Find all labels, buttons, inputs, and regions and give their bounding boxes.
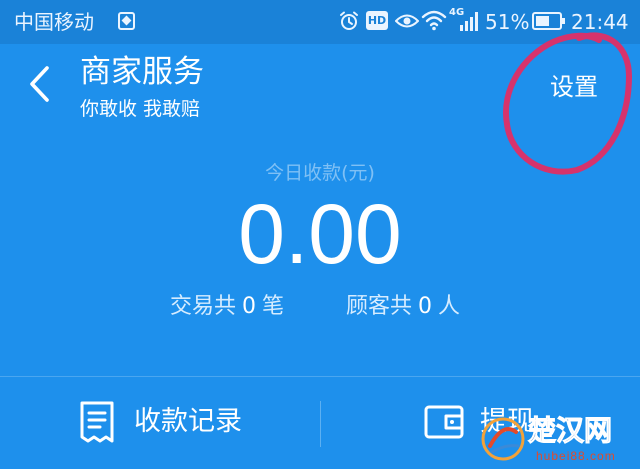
transaction-count: 交易共 0 笔 (170, 292, 284, 322)
today-income-amount: 0.00 (238, 187, 402, 281)
customer-count: 顾客共 0 人 (346, 292, 460, 322)
transaction-number: 0 (242, 294, 257, 319)
receipt-icon (80, 401, 114, 443)
alarm-icon (340, 11, 358, 30)
hd-icon: HD (366, 11, 388, 30)
stats-row: 交易共 0 笔 顾客共 0 人 (0, 292, 640, 322)
eye-icon (395, 14, 419, 28)
back-button[interactable] (20, 62, 60, 106)
battery-icon (532, 12, 565, 30)
merchant-service-screen: 中国移动 HD 4G 51% 21:44 商家服务 你敢收 我敢赔 设置 今日收… (0, 0, 640, 469)
wallet-icon (424, 405, 464, 439)
customer-unit: 人 (438, 294, 461, 319)
action-divider (320, 401, 321, 447)
withdraw-button[interactable]: 提现 (424, 397, 634, 447)
status-bar: 中国移动 HD 4G 51% 21:44 (0, 0, 640, 44)
wifi-icon (421, 10, 447, 31)
collection-records-label: 收款记录 (134, 406, 242, 437)
withdraw-label: 提现 (480, 406, 534, 437)
customer-prefix: 顾客共 (346, 294, 413, 319)
carrier-name: 中国移动 (14, 10, 94, 34)
signal-icon (460, 12, 478, 31)
clock: 21:44 (571, 10, 629, 34)
transaction-unit: 笔 (262, 294, 285, 319)
action-bar: 收款记录 提现 (0, 376, 640, 469)
chevron-left-icon (30, 66, 49, 102)
collection-records-button[interactable]: 收款记录 (78, 397, 308, 447)
battery-percent: 51% (485, 10, 530, 34)
customer-number: 0 (418, 294, 433, 319)
settings-button[interactable]: 设置 (550, 70, 598, 104)
today-income-label: 今日收款(元) (265, 162, 375, 184)
page-title: 商家服务 (80, 54, 204, 90)
transaction-prefix: 交易共 (170, 294, 237, 319)
page-subtitle: 你敢收 我敢赔 (80, 98, 201, 120)
carrier-app-icon (118, 12, 135, 30)
